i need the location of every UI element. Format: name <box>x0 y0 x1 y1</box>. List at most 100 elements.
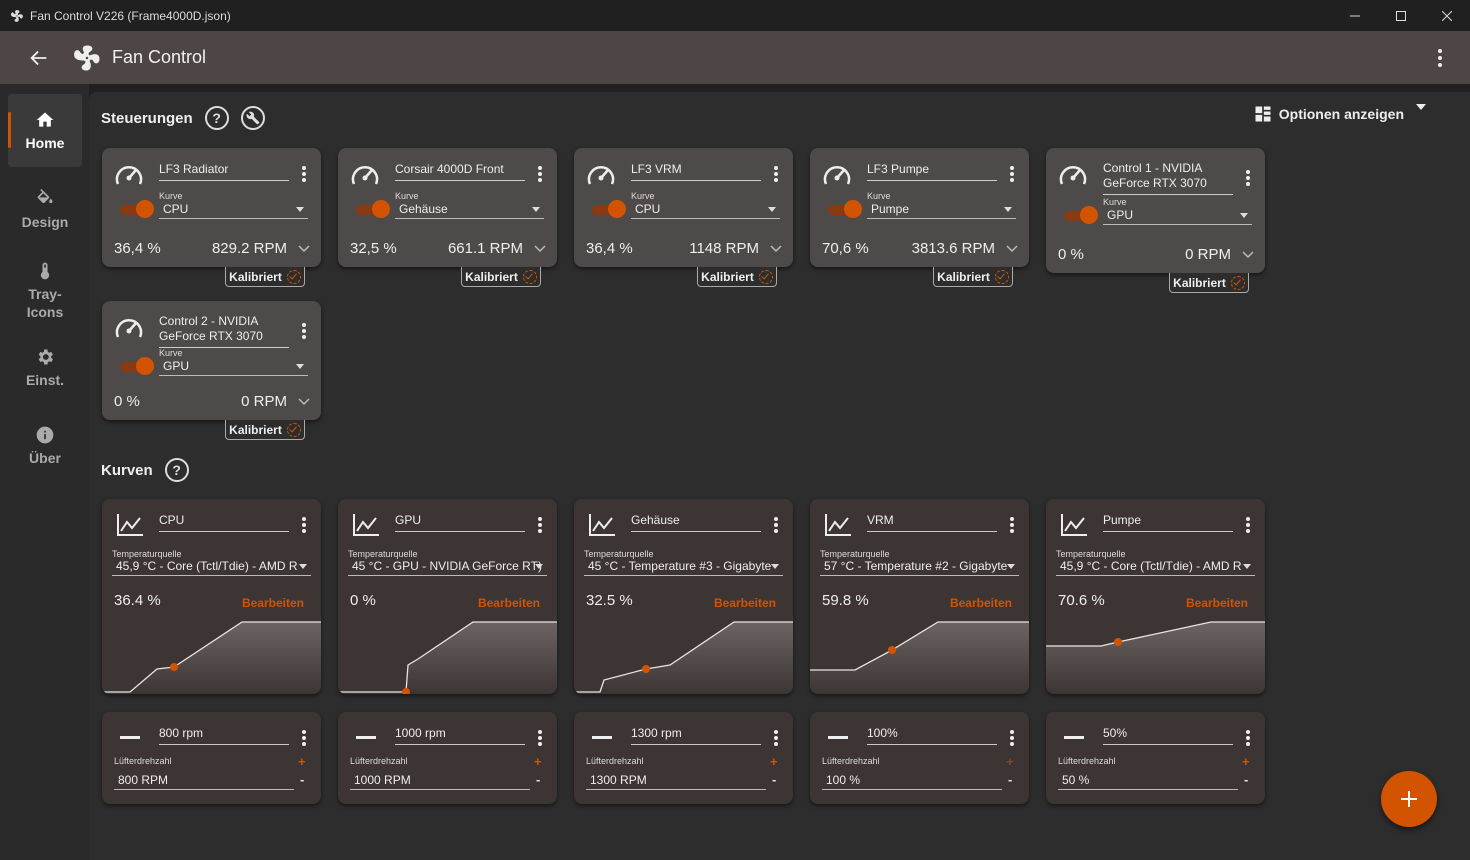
fixed-speed-name[interactable]: 1000 rpm <box>395 726 525 745</box>
temp-source-select[interactable]: 45,9 °C - Core (Tctl/Tdie) - AMD R <box>1056 559 1255 576</box>
curve-name[interactable]: VRM <box>867 513 997 532</box>
fan-speed-input[interactable]: 1000 RPM <box>350 773 530 790</box>
edit-curve-link[interactable]: Bearbeiten <box>242 596 304 610</box>
temp-source-select[interactable]: 45,9 °C - Core (Tctl/Tdie) - AMD R <box>112 559 311 576</box>
increase-button[interactable]: + <box>1006 754 1014 769</box>
chevron-down-icon[interactable] <box>1006 245 1018 253</box>
increase-button[interactable]: + <box>1242 754 1250 769</box>
curve-select[interactable]: Pumpe <box>867 202 1016 219</box>
card-menu-button[interactable] <box>1010 166 1014 182</box>
curve-label: Kurve <box>159 348 183 358</box>
control-name[interactable]: LF3 Pumpe <box>867 162 997 181</box>
close-button[interactable] <box>1424 0 1470 31</box>
fan-speed-input[interactable]: 50 % <box>1058 773 1238 790</box>
increase-button[interactable]: + <box>770 754 778 769</box>
sidebar-item-home[interactable]: Home <box>8 94 82 167</box>
card-menu-button[interactable] <box>302 323 306 339</box>
chevron-down-icon[interactable] <box>298 245 310 253</box>
control-name[interactable]: Control 2 - NVIDIA GeForce RTX 3070 <box>159 314 289 348</box>
card-menu-button[interactable] <box>538 166 542 182</box>
maximize-button[interactable] <box>1378 0 1424 31</box>
fan-speed-input[interactable]: 800 RPM <box>114 773 294 790</box>
card-menu-button[interactable] <box>538 517 542 533</box>
card-menu-button[interactable] <box>538 730 542 746</box>
control-name[interactable]: Corsair 4000D Front <box>395 162 525 181</box>
fan-curve-graph <box>1046 621 1265 694</box>
temp-source-select[interactable]: 45 °C - Temperature #3 - Gigabyte <box>584 559 783 576</box>
card-menu-button[interactable] <box>1246 517 1250 533</box>
control-enable-toggle[interactable] <box>592 200 626 218</box>
add-button[interactable] <box>1381 771 1437 827</box>
control-enable-toggle[interactable] <box>828 200 862 218</box>
curve-select[interactable]: CPU <box>159 202 308 219</box>
fixed-speed-name[interactable]: 800 rpm <box>159 726 289 745</box>
chevron-down-icon[interactable] <box>1242 251 1254 259</box>
fixed-speed-name[interactable]: 1300 rpm <box>631 726 761 745</box>
decrease-button[interactable]: - <box>772 772 776 787</box>
card-menu-button[interactable] <box>1010 730 1014 746</box>
sidebar-item-label: Design <box>21 214 69 230</box>
card-menu-button[interactable] <box>1246 730 1250 746</box>
temp-source-select[interactable]: 57 °C - Temperature #2 - Gigabyte <box>820 559 1019 576</box>
curve-name[interactable]: Pumpe <box>1103 513 1233 532</box>
controls-tools-button[interactable] <box>240 106 265 130</box>
curve-name[interactable]: GPU <box>395 513 525 532</box>
chevron-down-icon[interactable] <box>298 398 310 406</box>
curve-name[interactable]: Gehäuse <box>631 513 761 532</box>
sidebar-item-settings[interactable]: Einst. <box>8 340 82 396</box>
chevron-down-icon[interactable] <box>534 245 546 253</box>
fixed-speed-name[interactable]: 50% <box>1103 726 1233 745</box>
minimize-icon <box>1350 15 1360 16</box>
app-menu-button[interactable] <box>1438 49 1442 69</box>
edit-curve-link[interactable]: Bearbeiten <box>950 596 1012 610</box>
increase-button[interactable]: + <box>298 754 306 769</box>
control-name[interactable]: Control 1 - NVIDIA GeForce RTX 3070 <box>1103 161 1233 195</box>
controls-help-button[interactable]: ? <box>204 106 229 130</box>
card-menu-button[interactable] <box>774 730 778 746</box>
minimize-button[interactable] <box>1332 0 1378 31</box>
fan-speed-input[interactable]: 100 % <box>822 773 1002 790</box>
edit-curve-link[interactable]: Bearbeiten <box>478 596 540 610</box>
curve-select[interactable]: GPU <box>159 359 308 376</box>
card-menu-button[interactable] <box>774 166 778 182</box>
decrease-button[interactable]: - <box>1008 772 1012 787</box>
control-enable-toggle[interactable] <box>356 200 390 218</box>
card-menu-button[interactable] <box>302 517 306 533</box>
control-enable-toggle[interactable] <box>120 200 154 218</box>
edit-curve-link[interactable]: Bearbeiten <box>1186 596 1248 610</box>
more-vertical-icon <box>1246 170 1250 186</box>
control-enable-toggle[interactable] <box>1064 206 1098 224</box>
curve-select[interactable]: GPU <box>1103 208 1252 225</box>
card-menu-button[interactable] <box>1010 517 1014 533</box>
curve-output-value: 36.4 % <box>114 592 161 609</box>
fixed-speed-name[interactable]: 100% <box>867 726 997 745</box>
help-icon: ? <box>172 462 181 478</box>
curves-help-button[interactable]: ? <box>164 458 189 482</box>
sidebar-item-tray-icons[interactable]: Tray- Icons <box>8 256 82 326</box>
decrease-button[interactable]: - <box>1244 772 1248 787</box>
back-arrow-icon[interactable] <box>28 47 50 69</box>
increase-button[interactable]: + <box>534 754 542 769</box>
curve-area <box>1046 622 1265 694</box>
curve-select[interactable]: Gehäuse <box>395 202 544 219</box>
curve-select[interactable]: CPU <box>631 202 780 219</box>
card-menu-button[interactable] <box>302 730 306 746</box>
calibrated-badge: Kalibriert <box>1169 273 1249 293</box>
sidebar-item-design[interactable]: Design <box>8 180 82 240</box>
sidebar-item-about[interactable]: Über <box>8 418 82 474</box>
curve-name[interactable]: CPU <box>159 513 289 532</box>
decrease-button[interactable]: - <box>300 772 304 787</box>
card-menu-button[interactable] <box>774 517 778 533</box>
chevron-down-icon[interactable] <box>770 245 782 253</box>
decrease-button[interactable]: - <box>536 772 540 787</box>
control-enable-toggle[interactable] <box>120 357 154 375</box>
card-menu-button[interactable] <box>302 166 306 182</box>
card-menu-button[interactable] <box>1246 170 1250 186</box>
edit-curve-link[interactable]: Bearbeiten <box>714 596 776 610</box>
fan-speed-input[interactable]: 1300 RPM <box>586 773 766 790</box>
temp-source-select[interactable]: 45 °C - GPU - NVIDIA GeForce RT) <box>348 559 547 576</box>
control-name[interactable]: LF3 VRM <box>631 162 761 181</box>
show-options-dropdown[interactable]: Optionen anzeigen <box>1253 104 1442 124</box>
control-name[interactable]: LF3 Radiator <box>159 162 289 181</box>
curve-label: Kurve <box>1103 197 1127 207</box>
